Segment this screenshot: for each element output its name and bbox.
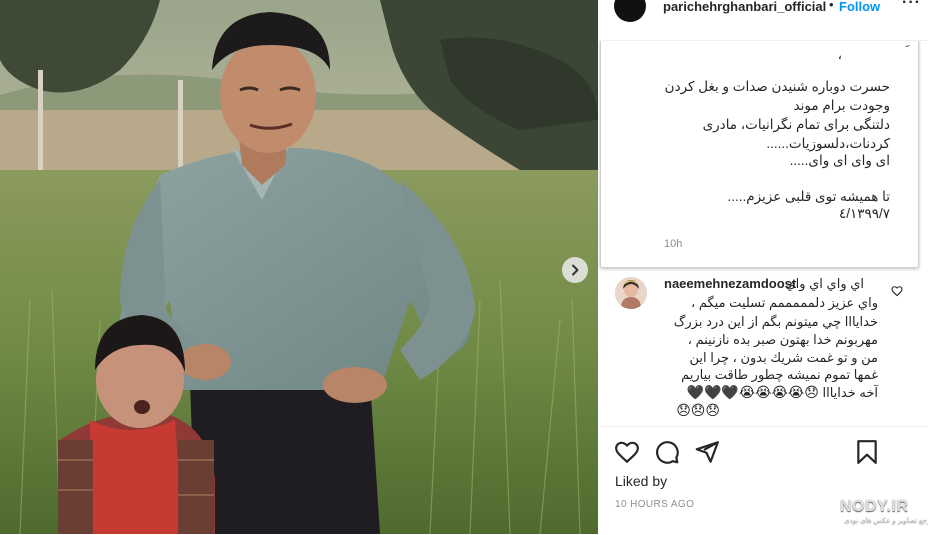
comment-button[interactable] [654, 439, 680, 470]
next-image-button[interactable] [562, 257, 588, 283]
caption-line: وجودت برام موند [793, 98, 890, 113]
post-timestamp[interactable]: 10 HOURS AGO [615, 499, 694, 510]
more-options-icon[interactable]: ··· [902, 0, 921, 12]
heart-icon [615, 441, 639, 464]
comment-line: من و تو غمت شريك بدون ، چرا اين [689, 350, 879, 365]
bookmark-icon [857, 440, 877, 464]
caption-box: ِ ، حسرت دوباره شنیدن صدات و بغل کردن وج… [600, 40, 919, 268]
post-header: parichehrghanbari_official • Follow ··· [598, 0, 928, 41]
caption-dot-line: ، [837, 47, 842, 62]
caption-line: ای وای ای وای..... [789, 153, 890, 168]
author-username[interactable]: parichehrghanbari_official [663, 0, 826, 14]
like-button[interactable] [614, 439, 640, 470]
caption-date: ۱۳۹۹/۷/٤ [838, 206, 890, 221]
comment-line: واي عزيز دلمممممم تسليت ميگم ، [691, 295, 878, 310]
avatar[interactable] [615, 277, 647, 309]
comment-item: naeemehnezamdoost اي واي اي واي واي عزيز… [598, 270, 928, 426]
heart-icon [891, 286, 903, 297]
caption-line: حسرت دوباره شنیدن صدات و بغل کردن [664, 79, 890, 94]
photo-illustration [0, 0, 598, 534]
caption-timestamp[interactable]: 10h [664, 238, 682, 250]
commenter-username[interactable]: naeemehnezamdoost [664, 276, 796, 291]
post-side-panel: parichehrghanbari_official • Follow ··· … [598, 0, 928, 534]
liked-by-text[interactable]: Liked by [615, 473, 667, 489]
share-button[interactable] [694, 439, 720, 470]
comment-like-button[interactable] [891, 284, 903, 302]
save-button[interactable] [854, 439, 880, 470]
comment-line: خدايااا چي ميتونم بگم از اين درد بزرگ [673, 314, 878, 329]
comment-last-line: آخه خدايااا 😞😭😭😭😭🖤🖤🖤 [687, 384, 878, 401]
comment-line: مهربونم خدا بهتون صبر بده نازنينم ، [687, 332, 878, 347]
watermark-text: NODY.IR [840, 498, 909, 515]
post-photo [0, 0, 598, 534]
comment-line: غمها تموم نميشه چطور طاقت بياريم [681, 367, 878, 382]
chevron-right-icon [572, 264, 579, 276]
comment-bubble-icon [656, 441, 679, 464]
paper-plane-icon [695, 441, 719, 463]
avatar[interactable] [614, 0, 646, 22]
separator-dot: • [829, 0, 834, 12]
emoji-sequence: 😞😞😞 [676, 402, 720, 418]
comment-text: آخه خدايااا [822, 385, 878, 400]
emoji-sequence: 😞😭😭😭😭🖤🖤🖤 [686, 384, 819, 400]
commenter-avatar-image [615, 277, 647, 309]
watermark-subtext: مرجع تصاویر و عکس های نودی [844, 518, 928, 525]
caption-line: دلتنگی برای تمام نگرانیات، مادری [702, 117, 890, 132]
watermark-logo: NODY.IR مرجع تصاویر و عکس های نودی [838, 498, 928, 528]
caption-line: تا همیشه توی قلبی عزیزم..... [727, 189, 890, 204]
follow-button[interactable]: Follow [839, 0, 880, 14]
caption-line: کردنات،دلسوزیات...... [766, 136, 890, 151]
comment-line: اي واي اي واي [785, 276, 864, 291]
